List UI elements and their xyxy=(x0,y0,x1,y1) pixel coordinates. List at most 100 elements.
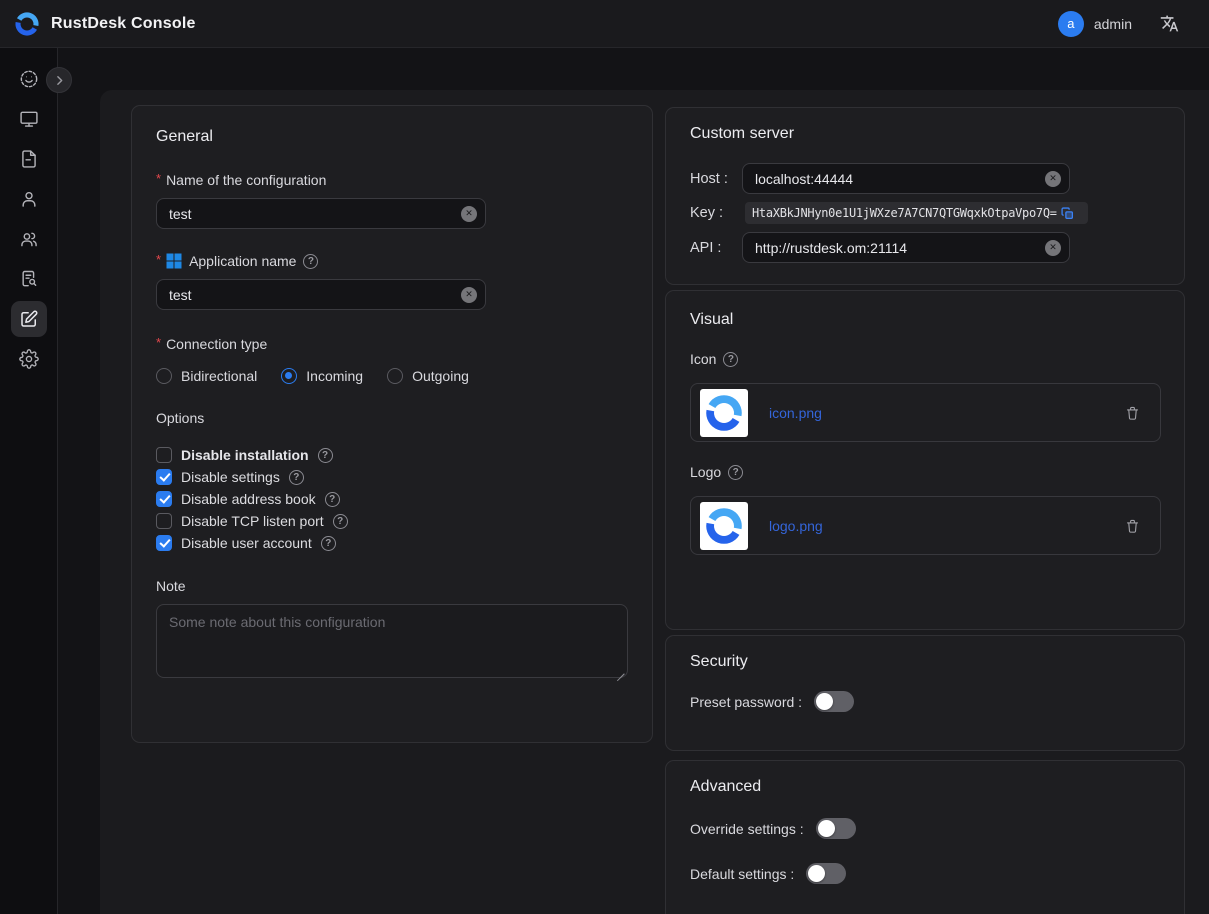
options-list: Disable installation Disable settings Di… xyxy=(156,444,628,554)
delete-icon-file-icon[interactable] xyxy=(1125,405,1140,421)
user-avatar[interactable]: a xyxy=(1058,11,1084,37)
sidebar-item-settings[interactable] xyxy=(11,341,47,377)
help-icon[interactable] xyxy=(303,254,318,269)
override-settings-label: Override settings : xyxy=(690,821,804,837)
sidebar-item-custom-clients[interactable] xyxy=(11,301,47,337)
help-icon[interactable] xyxy=(321,536,336,551)
application-name-label: * Application name xyxy=(156,253,628,269)
config-name-label: * Name of the configuration xyxy=(156,172,628,188)
help-icon[interactable] xyxy=(325,492,340,507)
copy-icon[interactable] xyxy=(1061,207,1074,220)
windows-icon xyxy=(166,253,182,269)
note-textarea[interactable] xyxy=(156,604,628,678)
host-label: Host : xyxy=(690,171,742,187)
radio-bidirectional[interactable]: Bidirectional xyxy=(156,368,257,384)
help-icon[interactable] xyxy=(318,448,333,463)
key-label: Key : xyxy=(690,205,742,221)
radio-incoming[interactable]: Incoming xyxy=(281,368,363,384)
user-icon xyxy=(19,189,39,209)
document-icon xyxy=(19,149,39,169)
logo-upload-box: logo.png xyxy=(690,496,1161,555)
default-settings-label: Default settings : xyxy=(690,866,794,882)
clear-api-icon[interactable]: ✕ xyxy=(1045,240,1061,256)
preset-password-toggle[interactable] xyxy=(814,691,854,712)
clear-application-name-icon[interactable]: ✕ xyxy=(461,287,477,303)
checkbox-disable-installation[interactable]: Disable installation xyxy=(156,444,628,466)
checkbox-icon[interactable] xyxy=(156,513,172,529)
clear-host-icon[interactable]: ✕ xyxy=(1045,171,1061,187)
checkbox-disable-address-book[interactable]: Disable address book xyxy=(156,488,628,510)
translate-icon[interactable] xyxy=(1160,14,1179,33)
logo-file-link[interactable]: logo.png xyxy=(769,518,823,534)
preset-password-row: Preset password : xyxy=(690,691,1160,712)
radio-icon[interactable] xyxy=(281,368,297,384)
sidebar-item-sessions[interactable] xyxy=(11,141,47,177)
sidebar-item-users[interactable] xyxy=(11,181,47,217)
delete-logo-file-icon[interactable] xyxy=(1125,518,1140,534)
checkbox-icon[interactable] xyxy=(156,535,172,551)
user-name[interactable]: admin xyxy=(1094,16,1132,32)
required-mark: * xyxy=(156,171,161,186)
config-name-inputbox: ✕ xyxy=(156,198,486,229)
key-value: HtaXBkJNHyn0e1U1jWXze7A7CN7QTGWqxkOtpaVp… xyxy=(752,206,1057,220)
logo-label: Logo xyxy=(690,464,1160,480)
help-icon[interactable] xyxy=(728,465,743,480)
sidebar xyxy=(0,48,58,914)
override-settings-toggle[interactable] xyxy=(816,818,856,839)
api-input[interactable] xyxy=(742,232,1070,263)
config-name-input[interactable] xyxy=(156,198,486,229)
radio-outgoing[interactable]: Outgoing xyxy=(387,368,469,384)
general-title: General xyxy=(156,128,628,146)
icon-file-link[interactable]: icon.png xyxy=(769,405,822,421)
gear-icon xyxy=(19,349,39,369)
checkbox-icon[interactable] xyxy=(156,469,172,485)
main-content: General * Name of the configuration ✕ * … xyxy=(100,90,1209,914)
sidebar-expand-button[interactable] xyxy=(46,67,72,93)
smiley-icon xyxy=(19,69,39,89)
sidebar-item-groups[interactable] xyxy=(11,221,47,257)
help-icon[interactable] xyxy=(289,470,304,485)
api-label: API : xyxy=(690,240,742,256)
required-mark: * xyxy=(156,252,161,267)
sidebar-item-overview[interactable] xyxy=(11,61,47,97)
monitor-icon xyxy=(19,109,39,129)
app-header: RustDesk Console a admin xyxy=(0,0,1209,48)
custom-server-panel: Custom server Host : ✕ Key : HtaXBkJNHyn… xyxy=(665,107,1185,285)
checkbox-disable-user-account[interactable]: Disable user account xyxy=(156,532,628,554)
radio-icon[interactable] xyxy=(387,368,403,384)
brand: RustDesk Console xyxy=(14,11,196,37)
host-input[interactable] xyxy=(742,163,1070,194)
connection-type-radios: Bidirectional Incoming Outgoing xyxy=(156,368,628,384)
host-row: Host : ✕ xyxy=(690,163,1160,194)
icon-label: Icon xyxy=(690,351,1160,367)
help-icon[interactable] xyxy=(723,352,738,367)
required-mark: * xyxy=(156,335,161,350)
custom-server-title: Custom server xyxy=(690,125,1160,143)
general-panel: General * Name of the configuration ✕ * … xyxy=(131,105,653,743)
security-title: Security xyxy=(690,653,1160,671)
app-title: RustDesk Console xyxy=(51,15,196,33)
checkbox-icon[interactable] xyxy=(156,491,172,507)
sidebar-item-devices[interactable] xyxy=(11,101,47,137)
key-row: Key : HtaXBkJNHyn0e1U1jWXze7A7CN7QTGWqxk… xyxy=(690,202,1160,224)
clear-config-name-icon[interactable]: ✕ xyxy=(461,206,477,222)
checkbox-icon[interactable] xyxy=(156,447,172,463)
checkbox-disable-tcp-listen-port[interactable]: Disable TCP listen port xyxy=(156,510,628,532)
help-icon[interactable] xyxy=(333,514,348,529)
application-name-inputbox: ✕ xyxy=(156,279,486,310)
users-icon xyxy=(19,229,39,249)
checkbox-disable-settings[interactable]: Disable settings xyxy=(156,466,628,488)
note-label: Note xyxy=(156,578,628,594)
visual-title: Visual xyxy=(690,311,1160,329)
icon-upload-box: icon.png xyxy=(690,383,1161,442)
chevron-right-icon xyxy=(53,74,66,87)
sidebar-item-audit[interactable] xyxy=(11,261,47,297)
default-settings-toggle[interactable] xyxy=(806,863,846,884)
rustdesk-logo-icon xyxy=(704,506,744,546)
application-name-input[interactable] xyxy=(156,279,486,310)
radio-icon[interactable] xyxy=(156,368,172,384)
override-settings-row: Override settings : xyxy=(690,818,1160,839)
logo-thumbnail xyxy=(700,502,748,550)
icon-thumbnail xyxy=(700,389,748,437)
host-inputbox: ✕ xyxy=(742,163,1070,194)
